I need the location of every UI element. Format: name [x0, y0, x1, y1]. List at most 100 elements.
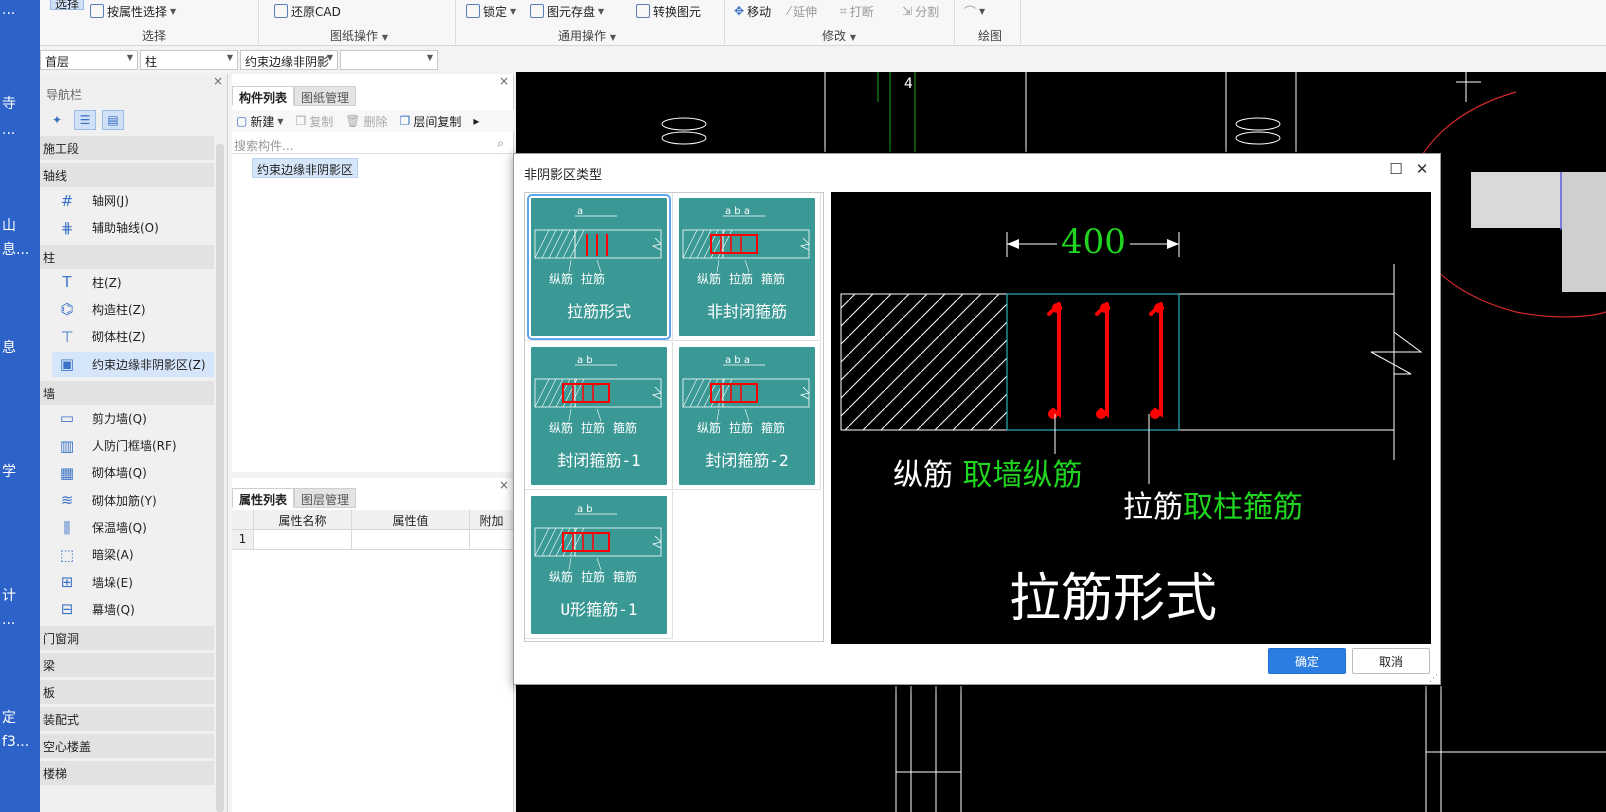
resize-grip-icon[interactable]: ⋰	[1429, 674, 1438, 684]
nav-category[interactable]: 轴线	[40, 163, 214, 187]
ribbon-group-common-ops[interactable]: 通用操作 ▼	[558, 27, 616, 44]
list-view-icon[interactable]: ☰	[74, 110, 96, 130]
ribbon-separator	[724, 0, 725, 44]
close-icon[interactable]: ×	[499, 478, 509, 492]
nav-title: 导航栏	[46, 88, 83, 102]
common-ops-label: 通用操作	[558, 29, 607, 43]
nav-item[interactable]: ▣ 约束边缘非阴影区(Z)	[52, 351, 214, 377]
dimension-label: 400	[1057, 222, 1130, 262]
ribbon-group-drawing-ops[interactable]: 图纸操作 ▼	[330, 27, 388, 44]
tab-component-list[interactable]: 构件列表	[232, 86, 295, 106]
tab-property-list[interactable]: 属性列表	[232, 488, 295, 508]
select-button[interactable]: 选择	[50, 0, 85, 11]
new-button[interactable]: ▢ 新建 ▼	[236, 113, 284, 130]
nav-item[interactable]: ⋕ 辅助轴线(O)	[52, 215, 214, 240]
type-notes: 纵筋 拉筋 箍筋	[549, 419, 637, 436]
split-button[interactable]: ⇲ 分割	[902, 2, 939, 20]
break-button[interactable]: ⌗ 打断	[840, 2, 874, 20]
extra-select[interactable]: ▼	[340, 50, 438, 70]
table-row[interactable]: 1	[232, 530, 514, 550]
lock-button[interactable]: 锁定 ▼	[466, 2, 516, 20]
copy-label: 复制	[309, 114, 334, 129]
extend-button[interactable]: ⁄ 延伸	[788, 2, 817, 20]
pin-icon[interactable]: ✦	[46, 110, 68, 130]
desktop-label: 寺	[2, 96, 16, 112]
nav-item[interactable]: ⊞ 墙垛(E)	[52, 570, 214, 595]
component-list-item[interactable]: 约束边缘非阴影区	[252, 158, 359, 178]
nav-item[interactable]: # 轴网(J)	[52, 188, 214, 213]
nav-item[interactable]: ▭ 剪力墙(Q)	[52, 406, 214, 431]
nav-item[interactable]: ⬚ 暗梁(A)	[52, 542, 214, 567]
select-by-attribute-button[interactable]: 按属性选择 ▼	[90, 2, 176, 20]
extend-icon: ⁄	[788, 4, 791, 18]
detail-view-icon[interactable]: ▤	[102, 110, 124, 130]
header-cell: 属性名称	[254, 510, 352, 529]
desktop-label: 学	[2, 464, 16, 480]
nav-item[interactable]: ≋ 砌体加筋(Y)	[52, 488, 214, 513]
component-search-input[interactable]: 搜索构件... ⌕	[232, 134, 512, 154]
arc-draw-button[interactable]: ⌒ ▼	[964, 2, 985, 20]
more-icon[interactable]: ▸	[473, 114, 479, 128]
caret-down-icon: ▼	[326, 53, 333, 62]
type-option[interactable]: a b 纵筋 拉筋 箍筋 封闭箍筋-1	[525, 342, 673, 490]
floor-value: 首层	[45, 55, 70, 69]
tab-layer-management[interactable]: 图层管理	[294, 488, 357, 508]
nav-item[interactable]: ▥ 人防门框墙(RF)	[52, 433, 214, 458]
type-option[interactable]: a b a 纵筋 拉筋 箍筋 非封闭箍筋	[673, 193, 821, 341]
nav-category[interactable]: 空心楼盖	[40, 734, 214, 759]
nav-item[interactable]: ⌬ 构造柱(Z)	[52, 297, 214, 322]
nav-scrollbar[interactable]	[216, 144, 224, 812]
nav-category[interactable]: 门窗洞	[40, 626, 214, 651]
properties-panel: × 属性列表 图层管理 属性名称 属性值 附加 1	[232, 478, 514, 812]
close-icon[interactable]: ×	[499, 74, 509, 88]
nav-item[interactable]: ⊟ 幕墙(Q)	[52, 597, 214, 622]
type-note: 纵筋	[697, 272, 722, 286]
type-option[interactable]: a b 纵筋 拉筋 箍筋 U形箍筋-1	[525, 491, 673, 639]
caret-down-icon: ▼	[170, 6, 177, 16]
copy-button[interactable]: ❐ 复制	[296, 113, 334, 130]
nav-category[interactable]: 板	[40, 680, 214, 705]
nav-item[interactable]: T 柱(Z)	[52, 270, 214, 295]
caret-down-icon: ▼	[226, 53, 233, 62]
table-cell[interactable]	[254, 530, 352, 549]
filter-icon	[90, 4, 104, 18]
nav-item[interactable]: ▦ 砌体墙(Q)	[52, 460, 214, 485]
component-select[interactable]: 约束边缘非阴影 ▼	[240, 50, 338, 70]
cancel-button[interactable]: 取消	[1352, 648, 1430, 674]
nav-item[interactable]: ⊤ 砌体柱(Z)	[52, 324, 214, 349]
maximize-icon[interactable]: ☐	[1386, 160, 1406, 178]
table-cell[interactable]	[470, 530, 514, 549]
ribbon-separator	[258, 0, 259, 44]
nav-category[interactable]: 梁	[40, 653, 214, 678]
desktop-strip: ... 寺 ... 山 息... 息 学 计 ... 定 f3...	[0, 0, 40, 812]
navigation-panel: × 导航栏 ✦ ☰ ▤ 施工段轴线 # 轴网(J) ⋕ 辅助轴线(O) 柱 T 柱(Z) ⌬ 构造…	[40, 74, 228, 812]
nav-item[interactable]: ⫼ 保温墙(Q)	[52, 515, 214, 540]
save-element-button[interactable]: 图元存盘 ▼	[530, 2, 604, 20]
wall-pier-icon: ⊞	[60, 573, 74, 592]
save-element-label: 图元存盘	[547, 4, 596, 19]
restore-cad-button[interactable]: 还原CAD	[274, 2, 341, 20]
type-label: U形箍筋-1	[560, 600, 638, 619]
type-select[interactable]: 柱 ▼	[140, 50, 238, 70]
move-button[interactable]: ✥ 移动	[734, 2, 771, 20]
floor-select[interactable]: 首层 ▼	[40, 50, 138, 70]
tab-drawing-management[interactable]: 图纸管理	[294, 86, 357, 106]
delete-button[interactable]: 🗑 删除	[345, 113, 387, 130]
nav-category[interactable]: 柱	[40, 244, 214, 269]
type-option[interactable]: a 纵筋 拉筋 拉筋形式	[525, 193, 673, 341]
floor-copy-button[interactable]: ❐ 层间复制	[400, 113, 462, 130]
nav-category[interactable]: 楼梯	[40, 761, 214, 786]
convert-element-button[interactable]: 转换图元	[636, 2, 701, 20]
close-icon[interactable]: ×	[213, 74, 223, 88]
type-dimension: a	[577, 206, 584, 217]
type-option[interactable]: a b a 纵筋 拉筋 箍筋 封闭箍筋-2	[673, 342, 821, 490]
confirm-button[interactable]: 确定	[1268, 648, 1346, 674]
close-icon[interactable]: ✕	[1412, 160, 1432, 178]
table-cell[interactable]	[352, 530, 470, 549]
nav-category[interactable]: 墙	[40, 380, 214, 405]
ribbon-group-modify[interactable]: 修改 ▼	[822, 27, 856, 44]
nav-category[interactable]: 施工段	[40, 136, 214, 160]
desktop-label: 山	[2, 218, 16, 234]
axis-label: 4	[904, 76, 913, 92]
nav-category[interactable]: 装配式	[40, 707, 214, 732]
